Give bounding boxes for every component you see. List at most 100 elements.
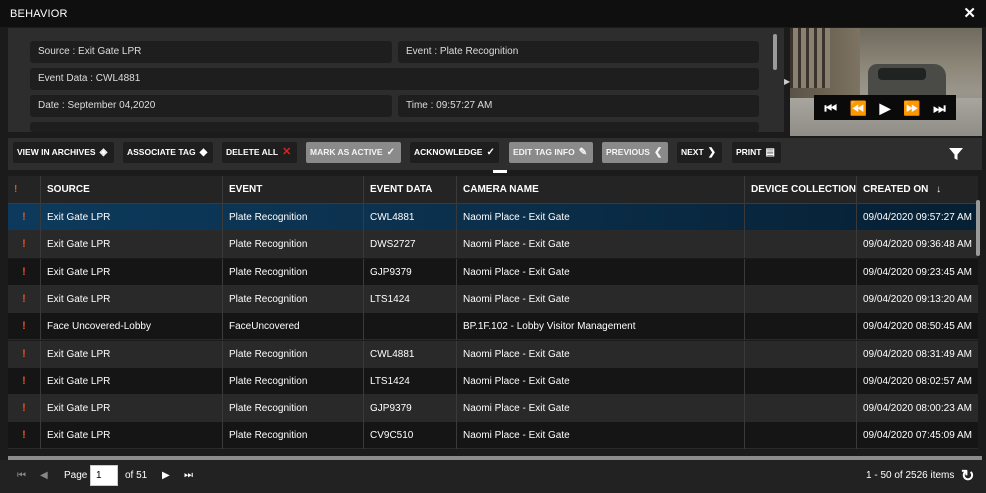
previous-button[interactable]: PREVIOUS ❮ [602, 142, 668, 163]
cell-event-data [364, 313, 457, 341]
table-row[interactable]: ! Exit Gate LPR Plate Recognition CWL4881 Na… [8, 340, 978, 368]
cell-source: Exit Gate LPR [41, 285, 223, 313]
video-preview[interactable]: ⏮ ⏪ ▶ ⏩ ⏭ [790, 28, 982, 136]
table-row[interactable]: ! Exit Gate LPR Plate Recognition GJP9379 Na… [8, 258, 978, 286]
check-icon: ✓ [486, 147, 495, 158]
skip-back-icon[interactable]: ⏮ [824, 101, 837, 115]
cell-event-data: GJP9379 [364, 258, 457, 286]
check-icon: ✓ [386, 147, 395, 158]
page-label: Page [64, 470, 88, 481]
close-icon[interactable]: ✕ [963, 4, 976, 22]
fast-forward-icon[interactable]: ⏩ [903, 101, 920, 115]
priority-flag-icon: ! [8, 395, 41, 423]
cell-camera-name: Naomi Place - Exit Gate [457, 258, 745, 286]
cell-device-collection [745, 313, 857, 341]
priority-flag-icon: ! [8, 204, 41, 231]
event-details-panel: Source : Exit Gate LPR Event : Plate Rec… [8, 28, 784, 132]
cell-event: Plate Recognition [223, 340, 364, 368]
column-header-camera-name[interactable]: CAMERA NAME [457, 176, 745, 204]
cell-camera-name: Naomi Place - Exit Gate [457, 204, 745, 231]
pagination-bar: ⏮ ◀ Page of 51 ▶ ⏭ 1 - 50 of 2526 items … [0, 460, 986, 493]
table-row[interactable]: ! Face Uncovered-Lobby FaceUncovered BP.1F.… [8, 313, 978, 341]
cell-created-on: 09/04/2020 09:57:27 AM [863, 212, 972, 223]
refresh-icon[interactable]: ↻ [961, 466, 974, 486]
panel-splitter[interactable] [493, 170, 507, 173]
cell-event-data: CWL4881 [364, 204, 457, 231]
table-header: ! SOURCE EVENT EVENT DATA CAMERA NAME DE… [8, 176, 978, 204]
cell-created-on: 09/04/2020 09:36:48 AM [863, 239, 972, 251]
column-header-event-data[interactable]: EVENT DATA [364, 176, 457, 204]
cell-event-data: LTS1424 [364, 285, 457, 313]
column-header-event[interactable]: EVENT [223, 176, 364, 204]
date-field: Date : September 04,2020 [30, 95, 392, 117]
cell-camera-name: Naomi Place - Exit Gate [457, 231, 745, 259]
print-button[interactable]: PRINT ▤ [732, 142, 781, 163]
cell-created-on: 09/04/2020 09:13:20 AM [863, 293, 972, 305]
edit-icon: ✎ [578, 147, 588, 158]
chevron-right-icon: ❯ [707, 147, 717, 158]
chevron-left-icon: ❮ [653, 147, 663, 158]
title-bar: BEHAVIOR ✕ [0, 0, 986, 27]
next-page-icon[interactable]: ▶ [162, 470, 170, 481]
table-row[interactable]: ! Exit Gate LPR Plate Recognition CV9C510 Na… [8, 422, 978, 450]
delete-all-button[interactable]: DELETE ALL ✕ [222, 142, 297, 163]
next-button[interactable]: NEXT ❯ [677, 142, 722, 163]
cell-device-collection [745, 422, 857, 450]
column-header-source[interactable]: SOURCE [41, 176, 223, 204]
cell-event: Plate Recognition [223, 422, 364, 450]
first-page-icon[interactable]: ⏮ [17, 470, 26, 481]
cell-device-collection [745, 367, 857, 395]
cell-created-on: 09/04/2020 09:23:45 AM [863, 266, 972, 278]
archive-tag-icon: ◈ [99, 147, 108, 158]
priority-flag-icon: ! [8, 422, 41, 450]
priority-flag-icon: ! [8, 258, 41, 286]
cell-camera-name: Naomi Place - Exit Gate [457, 395, 745, 423]
priority-flag-icon: ! [8, 231, 41, 259]
cell-created-on: 09/04/2020 08:02:57 AM [863, 375, 972, 387]
table-row[interactable]: ! Exit Gate LPR Plate Recognition CWL4881 Na… [8, 204, 978, 231]
details-scrollbar[interactable] [773, 34, 777, 70]
edit-tag-info-button[interactable]: EDIT TAG INFO ✎ [509, 142, 593, 163]
cell-device-collection [745, 285, 857, 313]
filter-icon[interactable] [948, 146, 964, 162]
cell-event: Plate Recognition [223, 258, 364, 286]
table-vertical-scrollbar[interactable] [976, 200, 980, 256]
cell-device-collection [745, 231, 857, 259]
cell-event: Plate Recognition [223, 231, 364, 259]
column-header-created-on[interactable]: CREATED ON ↓ [857, 176, 978, 204]
cell-camera-name: Naomi Place - Exit Gate [457, 285, 745, 313]
view-in-archives-button[interactable]: VIEW IN ARCHIVES ◈ [13, 142, 114, 163]
skip-forward-icon[interactable]: ⏭ [933, 101, 946, 115]
cell-event-data: CV9C510 [364, 422, 457, 450]
table-row[interactable]: ! Exit Gate LPR Plate Recognition GJP9379 Na… [8, 395, 978, 423]
cell-event-data: GJP9379 [364, 395, 457, 423]
cell-created-on: 09/04/2020 08:31:49 AM [863, 348, 972, 360]
cell-source: Exit Gate LPR [41, 231, 223, 259]
associate-tag-button[interactable]: ASSOCIATE TAG ◆ [123, 142, 213, 163]
rewind-icon[interactable]: ⏪ [850, 101, 867, 115]
cell-event: Plate Recognition [223, 285, 364, 313]
play-icon[interactable]: ▶ [880, 101, 891, 115]
cell-event: Plate Recognition [223, 204, 364, 231]
mark-as-active-button[interactable]: MARK AS ACTIVE ✓ [306, 142, 401, 163]
cell-event: Plate Recognition [223, 367, 364, 395]
page-number-input[interactable] [90, 465, 118, 486]
cell-created-on: 09/04/2020 07:45:09 AM [863, 430, 972, 442]
acknowledge-button[interactable]: ACKNOWLEDGE ✓ [410, 142, 499, 163]
events-table: ! SOURCE EVENT EVENT DATA CAMERA NAME DE… [8, 176, 978, 456]
event-field: Event : Plate Recognition [398, 41, 759, 63]
cell-device-collection [745, 204, 857, 231]
last-page-icon[interactable]: ⏭ [184, 470, 193, 481]
cell-source: Exit Gate LPR [41, 258, 223, 286]
table-row[interactable]: ! Exit Gate LPR Plate Recognition LTS1424 Na… [8, 285, 978, 313]
time-field: Time : 09:57:27 AM [398, 95, 759, 117]
cell-event-data: LTS1424 [364, 367, 457, 395]
column-header-device-collection[interactable]: DEVICE COLLECTION [745, 176, 857, 204]
table-row[interactable]: ! Exit Gate LPR Plate Recognition DWS2727 Na… [8, 231, 978, 259]
cell-event: Plate Recognition [223, 395, 364, 423]
action-toolbar: VIEW IN ARCHIVES ◈ ASSOCIATE TAG ◆ DELETE … [8, 138, 982, 170]
table-row[interactable]: ! Exit Gate LPR Plate Recognition LTS1424 Na… [8, 367, 978, 395]
cell-source: Exit Gate LPR [41, 340, 223, 368]
cell-camera-name: Naomi Place - Exit Gate [457, 422, 745, 450]
prev-page-icon[interactable]: ◀ [40, 470, 48, 481]
